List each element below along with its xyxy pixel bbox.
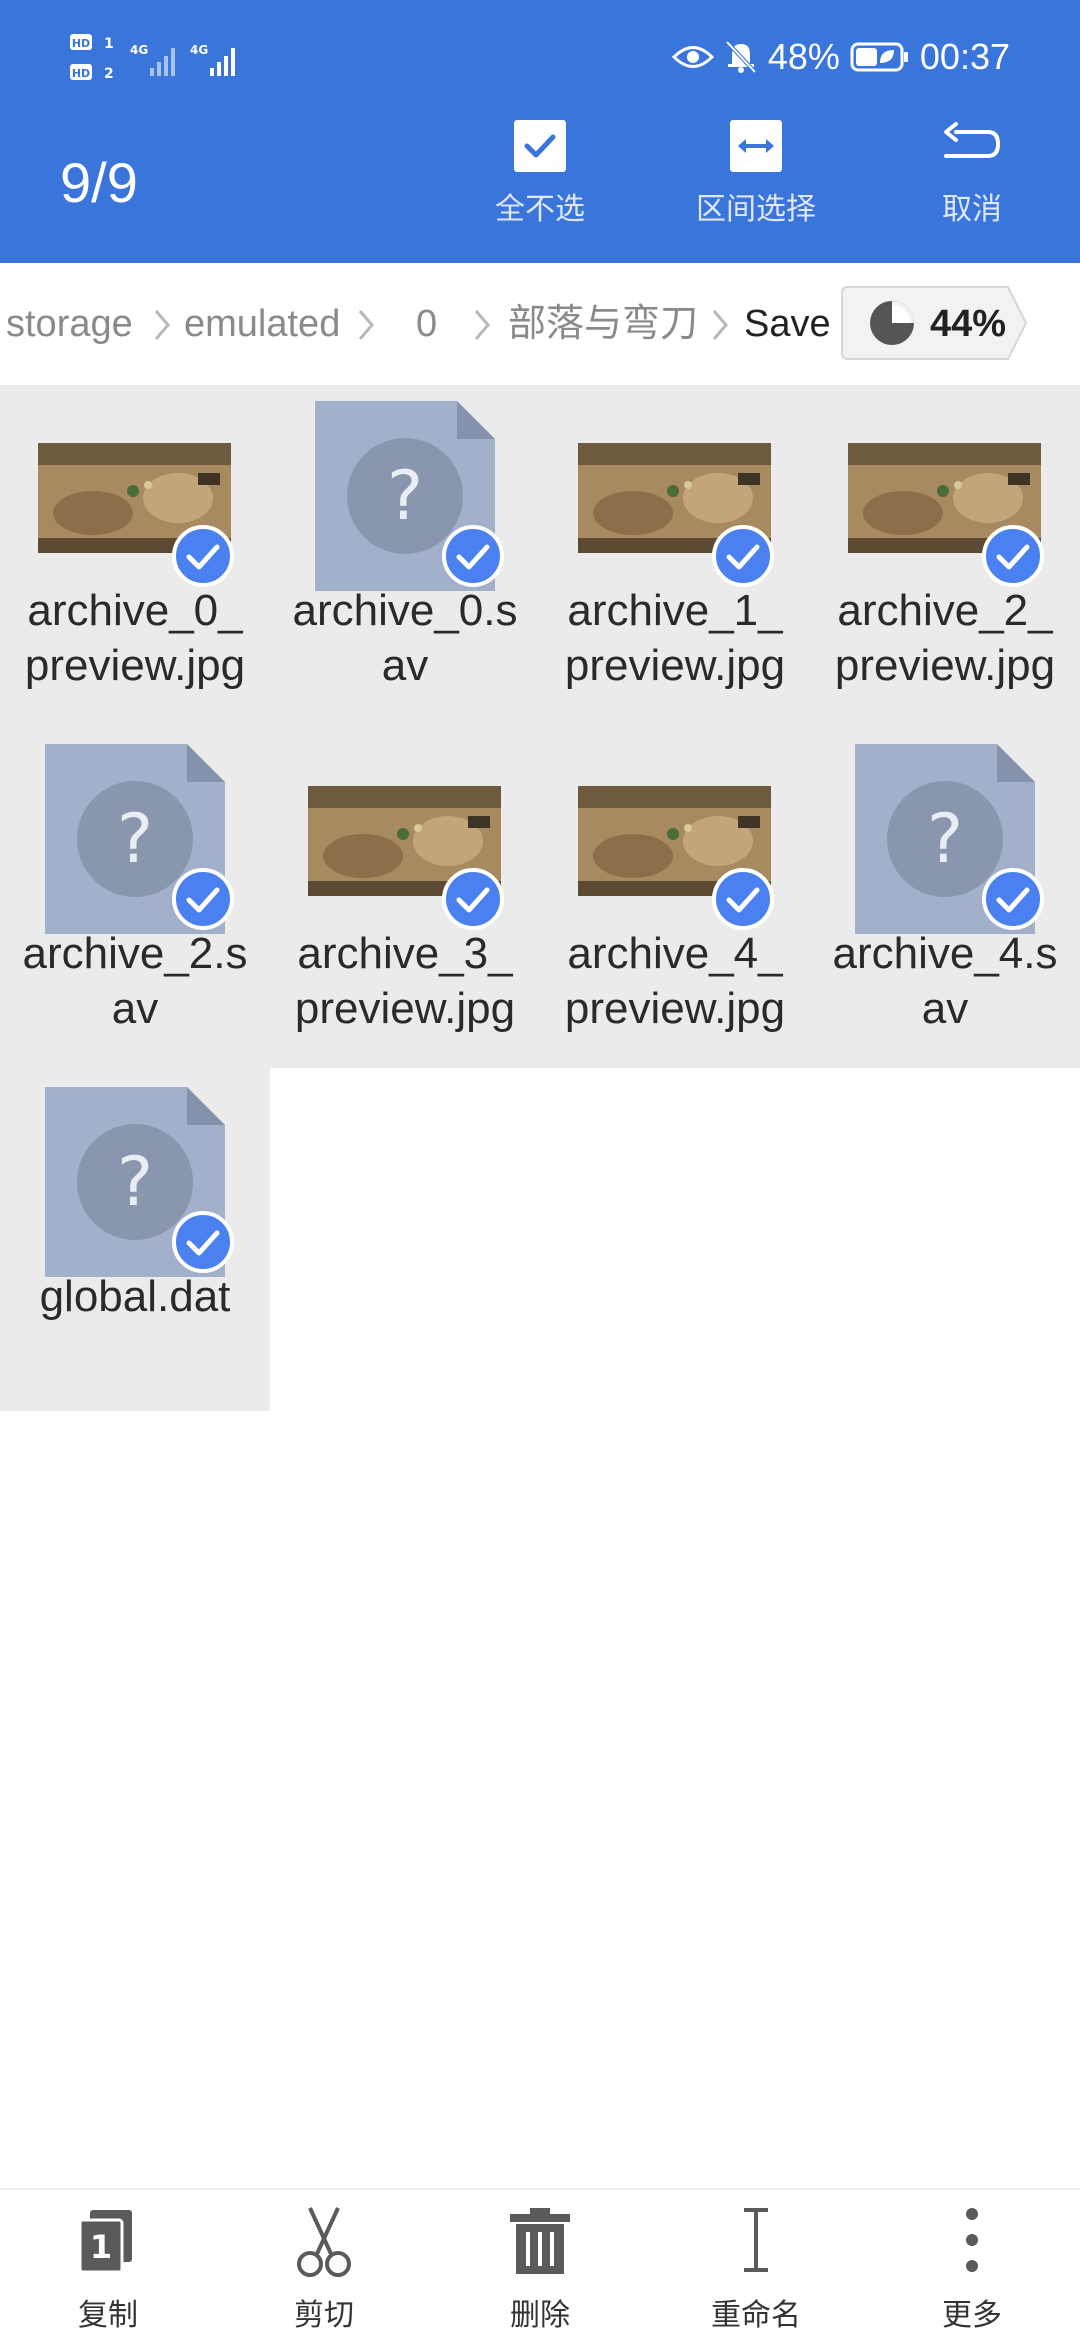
svg-text:2: 2 [104,66,114,82]
breadcrumb-item-0[interactable]: 0 [416,263,437,385]
file-item[interactable]: archive_0_ preview.jpg [0,385,270,728]
trash-icon [510,2208,570,2274]
chevron-right-icon [358,310,374,340]
range-select-label: 区间选择 [696,193,816,226]
breadcrumb-item-storage[interactable]: storage [6,263,133,385]
file-item[interactable]: ? global.dat [0,1071,270,1414]
more-label: 更多 [942,2299,1002,2332]
svg-text:HD: HD [72,67,90,80]
svg-text:4G: 4G [130,43,148,57]
file-name: archive_4_ preview.jpg [564,929,786,1033]
file-item[interactable]: ? archive_2.s av [0,728,270,1071]
undo-arrow-icon [944,122,1001,158]
chevron-right-icon [474,310,490,340]
deselect-all-button[interactable]: 全不选 [460,118,620,228]
clock: 00:37 [919,36,1010,77]
file-name: archive_0.s av [292,586,518,690]
battery-icon [850,42,908,72]
more-button[interactable]: 更多 [864,2190,1080,2342]
rename-label: 重命名 [711,2299,801,2332]
copy-icon: 1 [78,2210,132,2274]
top-action-bar: HD 1 HD 2 4G 4G 48% 00:37 9/9 全不选 区间选择 取… [0,0,1080,263]
selected-check-icon[interactable] [442,868,504,930]
file-name: archive_3_ preview.jpg [294,929,516,1033]
cut-button[interactable]: 剪切 [216,2190,432,2342]
range-select-button[interactable]: 区间选择 [676,118,836,228]
file-item[interactable]: archive_1_ preview.jpg [540,385,810,728]
breadcrumb-item-folder[interactable]: 部落与弯刀 [508,263,698,385]
selected-check-icon[interactable] [172,1211,234,1273]
file-name: archive_4.s av [832,929,1058,1033]
svg-text:?: ? [927,800,963,879]
battery-percent: 48% [767,36,840,77]
breadcrumb-item-emulated[interactable]: emulated [184,263,340,385]
breadcrumb-item-save[interactable]: Save [744,263,831,385]
svg-text:4G: 4G [190,43,208,57]
selected-check-icon[interactable] [712,868,774,930]
file-name: global.dat [39,1272,231,1321]
selected-check-icon[interactable] [172,868,234,930]
checkbox-checked-icon [514,120,566,172]
file-item[interactable]: archive_2_ preview.jpg [810,385,1080,728]
cancel-label: 取消 [942,193,1002,226]
selection-count: 9/9 [60,151,138,214]
file-name: archive_0_ preview.jpg [24,586,246,690]
storage-percent: 44% [930,303,1007,345]
file-name: archive_1_ preview.jpg [564,586,786,690]
storage-usage-button[interactable]: 44% [840,285,1028,361]
svg-text:HD: HD [72,37,90,50]
file-item[interactable]: archive_4_ preview.jpg [540,728,810,1071]
file-item[interactable]: archive_3_ preview.jpg [270,728,540,1071]
selected-check-icon[interactable] [442,525,504,587]
file-item[interactable]: ? archive_4.s av [810,728,1080,1071]
range-select-icon [730,120,782,172]
status-bar-right: 48% 00:37 [671,36,1010,78]
chevron-right-icon [154,310,170,340]
deselect-all-label: 全不选 [495,193,585,226]
signal-icon: HD 1 HD 2 4G 4G [70,34,235,82]
svg-text:?: ? [117,1143,153,1222]
delete-label: 删除 [510,2299,570,2332]
status-bar-left: HD 1 HD 2 4G 4G [68,30,248,95]
file-name: archive_2.s av [22,929,248,1033]
selected-check-icon[interactable] [982,868,1044,930]
cancel-button[interactable]: 取消 [892,118,1052,228]
scissors-icon [297,2207,351,2277]
file-name: archive_2_ preview.jpg [834,586,1056,690]
svg-text:?: ? [387,457,423,536]
cut-label: 剪切 [294,2299,354,2332]
delete-button[interactable]: 删除 [432,2190,648,2342]
rename-button[interactable]: 重命名 [648,2190,864,2342]
selected-check-icon[interactable] [712,525,774,587]
file-item[interactable]: ? archive_0.s av [270,385,540,728]
svg-text:1: 1 [104,36,114,52]
svg-text:1: 1 [90,2228,112,2266]
bottom-action-bar: 1 复制 剪切 删除 重命名 更多 [0,2188,1080,2342]
chevron-right-icon [712,310,728,340]
selected-check-icon[interactable] [172,525,234,587]
copy-button[interactable]: 1 复制 [0,2190,216,2342]
selected-check-icon[interactable] [982,525,1044,587]
eye-icon [671,46,714,68]
text-cursor-icon [744,2208,768,2272]
mute-bell-icon [725,40,757,74]
svg-text:?: ? [117,800,153,879]
more-vertical-icon [966,2208,978,2272]
copy-label: 复制 [78,2299,138,2332]
